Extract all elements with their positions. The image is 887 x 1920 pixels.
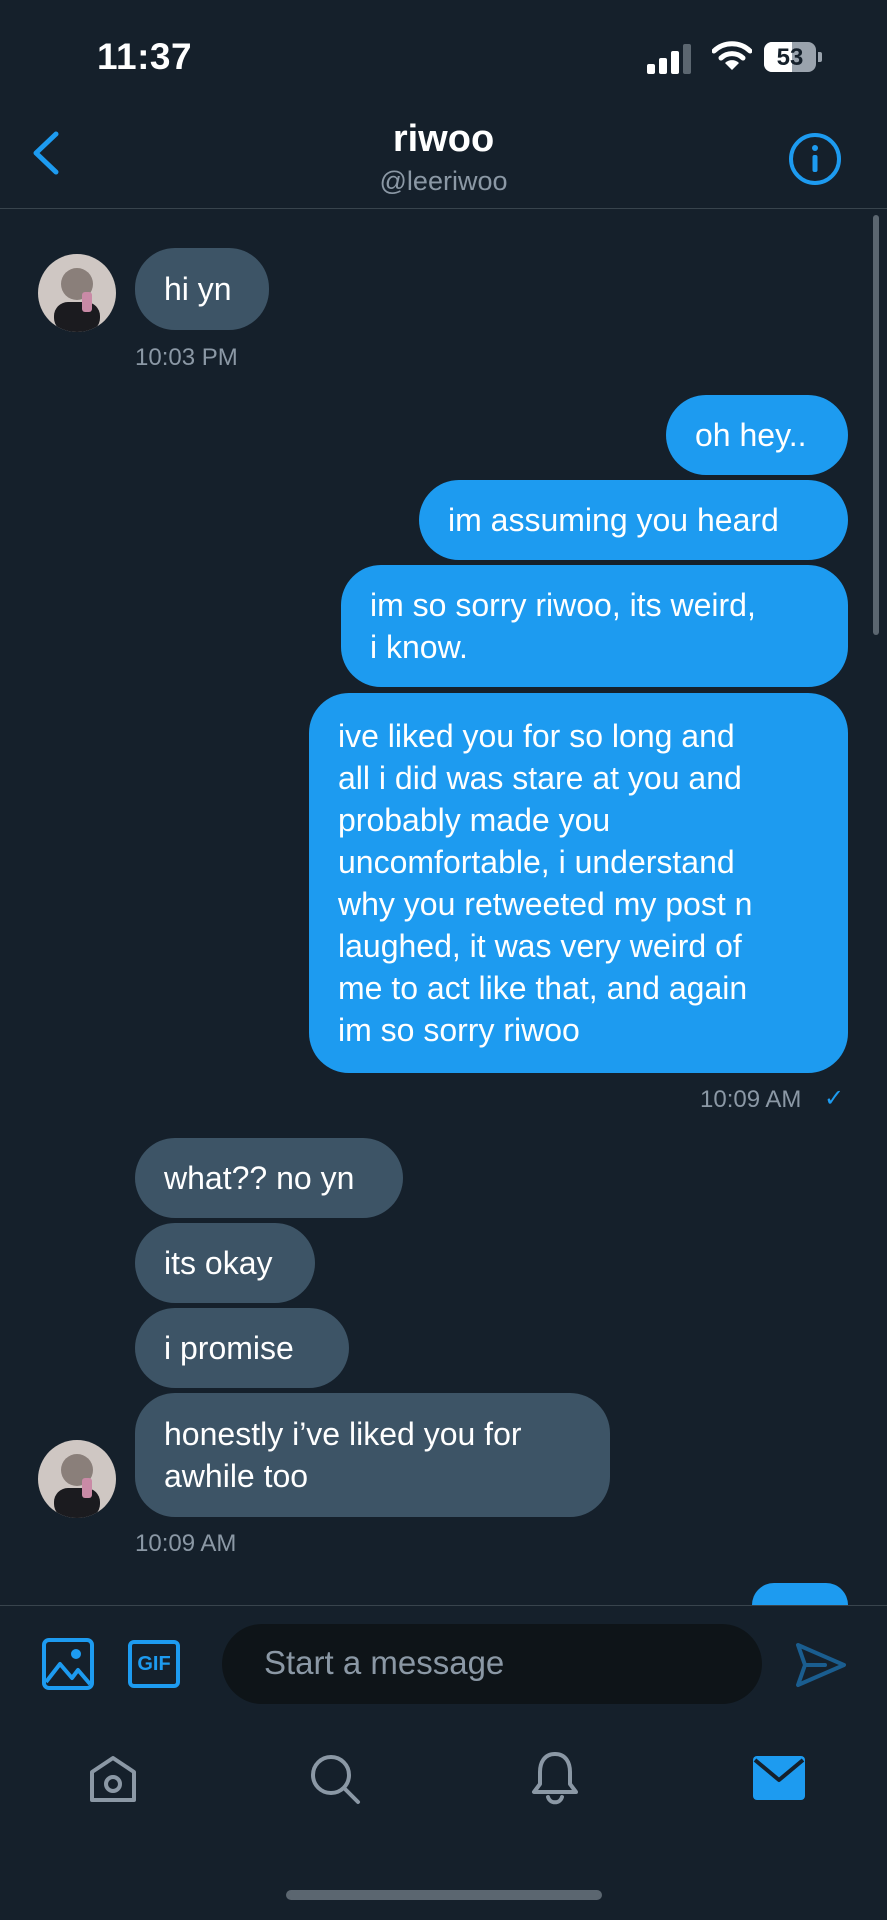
message-input[interactable]: Start a message xyxy=(222,1624,762,1704)
read-receipt-check-icon: ✓ xyxy=(824,1085,845,1112)
avatar[interactable] xyxy=(38,254,116,332)
scrollbar[interactable] xyxy=(873,215,879,635)
message-timestamp: 10:09 AM xyxy=(135,1530,237,1557)
cellular-signal-icon xyxy=(647,44,691,74)
message-bubble-incoming[interactable]: its okay xyxy=(135,1223,315,1303)
message-bubble-outgoing[interactable]: im so sorry riwoo, its weird, i know. xyxy=(341,565,848,687)
message-bubble-incoming[interactable]: what?? no yn xyxy=(135,1138,403,1218)
gif-icon[interactable]: GIF xyxy=(128,1640,180,1688)
search-icon[interactable] xyxy=(308,1752,362,1806)
message-timestamp: 10:09 AM xyxy=(700,1086,802,1113)
message-bubble-incoming[interactable]: hi yn xyxy=(135,248,269,330)
composer-divider xyxy=(0,1605,887,1606)
avatar[interactable] xyxy=(38,1440,116,1518)
message-bubble-outgoing[interactable]: im assuming you heard xyxy=(419,480,848,560)
image-icon[interactable] xyxy=(42,1638,94,1690)
avatar-photo xyxy=(38,1440,116,1518)
home-icon[interactable] xyxy=(88,1754,138,1804)
bell-icon[interactable] xyxy=(530,1750,580,1806)
mail-icon[interactable] xyxy=(753,1756,805,1800)
battery-percentage: 53 xyxy=(776,44,804,71)
conversation-name[interactable]: riwoo xyxy=(0,118,887,161)
status-time: 11:37 xyxy=(97,36,193,77)
conversation-handle[interactable]: @leeriwoo xyxy=(0,166,887,197)
message-bubble-outgoing[interactable]: oh hey.. xyxy=(666,395,848,475)
battery-icon: 53 xyxy=(764,42,816,72)
message-bubble-incoming[interactable]: i promise xyxy=(135,1308,349,1388)
message-input-placeholder: Start a message xyxy=(264,1644,505,1681)
header-divider xyxy=(0,208,887,209)
battery-tip xyxy=(818,52,822,62)
info-icon[interactable] xyxy=(788,132,842,186)
message-bubble-incoming[interactable]: honestly i’ve liked you for awhile too xyxy=(135,1393,610,1517)
send-icon[interactable] xyxy=(795,1642,847,1688)
message-bubble-outgoing[interactable]: ive liked you for so long and all i did … xyxy=(309,693,848,1073)
avatar-photo xyxy=(38,254,116,332)
wifi-icon xyxy=(712,41,752,70)
message-timestamp: 10:03 PM xyxy=(135,344,238,371)
message-bubble-outgoing-partial[interactable] xyxy=(752,1583,848,1605)
home-indicator[interactable] xyxy=(286,1890,602,1900)
